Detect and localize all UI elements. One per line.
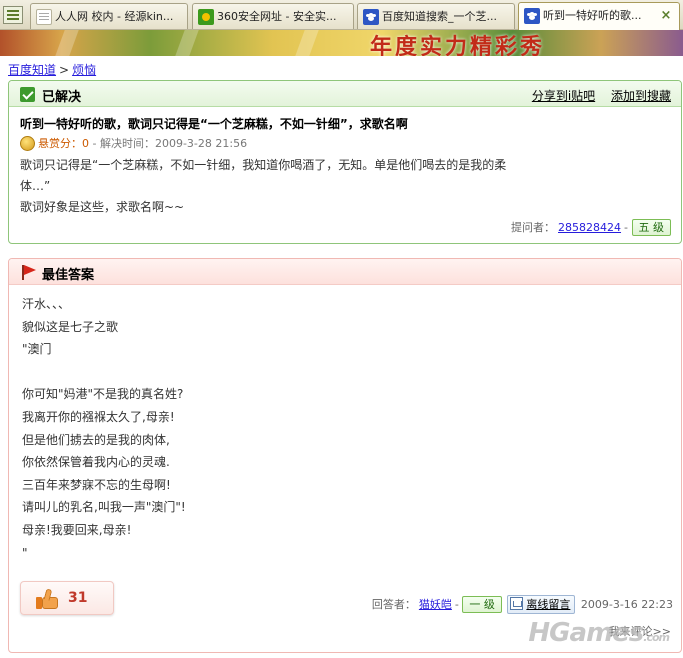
360-icon (198, 9, 214, 25)
question-header: 已解决 分享到i贴吧 添加到搜藏 (9, 81, 681, 107)
share-to-tieba-link[interactable]: 分享到i贴吧 (532, 89, 595, 103)
answer-line: 请叫儿的乳名,叫我一声"澳门"! (22, 500, 186, 515)
best-answer-title: 最佳答案 (42, 268, 95, 283)
like-button[interactable]: 31 (20, 581, 114, 615)
question-body-line: 歌词好象是这些，求歌名啊~~ (20, 200, 185, 214)
watermark-sub: .com (643, 631, 670, 644)
page-icon (36, 9, 52, 25)
breadcrumb-separator: > (59, 63, 70, 77)
banner-text: 年度实力精彩秀 (370, 34, 546, 56)
answer-line: 貌似这是七子之歌 (22, 319, 119, 334)
answer-line: 汗水、、、 (22, 297, 71, 311)
best-answer-panel: 最佳答案 汗水、、、 貌似这是七子之歌 "澳门 你可知"妈港"不是我的真名姓? … (8, 258, 682, 653)
answerer-name-link[interactable]: 猫妖皑 (419, 598, 452, 611)
offline-message-button[interactable]: 离线留言 (507, 595, 576, 614)
watermark: HGames.com (528, 618, 670, 648)
answerer-separator: - (454, 598, 459, 611)
answer-line: 我离开你的襁褓太久了,母亲! (22, 409, 175, 424)
asker-level-badge: 五 级 (631, 219, 671, 236)
answerer-label: 回答者： (371, 598, 416, 611)
answerer-level-badge: 一 级 (462, 596, 502, 613)
breadcrumb: 百度知道 > 烦恼 (8, 61, 96, 78)
tab-label: 百度知道搜索_一个芝... (382, 10, 497, 23)
paw-icon (363, 9, 379, 25)
asker-info: 提问者： 285828424- 五 级 (511, 219, 671, 237)
like-count: 31 (68, 590, 88, 606)
watermark-main: HGames (528, 618, 644, 648)
answer-line: 但是他们掳去的是我的肉体, (22, 432, 170, 447)
answer-line: "澳门 (22, 342, 52, 357)
asker-name-link[interactable]: 285828424 (558, 221, 621, 234)
browser-menu-icon[interactable] (3, 6, 23, 24)
question-meta: 悬赏分：0 - 解决时间：2009-3-28 21:56 (20, 136, 247, 152)
tab-label: 听到一特好听的歌... (543, 9, 642, 22)
answer-line: 母亲!我要回来,母亲! (22, 522, 132, 537)
paw-icon (524, 8, 540, 24)
thumbs-up-icon (36, 588, 60, 610)
answerer-info: 回答者： 猫妖皑 - 一 级 离线留言 2009-3-16 22:23 (372, 595, 673, 614)
best-answer-header: 最佳答案 (9, 259, 681, 285)
question-body-line: 体…” (20, 179, 51, 193)
offline-message-label: 离线留言 (526, 598, 571, 611)
question-body-line: 歌词只记得是“一个芝麻糕，不如一针细，我知道你喝酒了，无知。单是他们喝去的是我的… (20, 158, 507, 172)
answer-line: " (22, 545, 28, 560)
tab-label: 人人网 校内 - 经源kin... (55, 10, 174, 23)
reward-label: 悬赏分： (38, 137, 82, 150)
flag-icon (20, 264, 36, 280)
answer-time: 2009-3-16 22:23 (580, 598, 673, 611)
breadcrumb-home-link[interactable]: 百度知道 (8, 63, 56, 77)
close-tab-icon[interactable]: × (659, 9, 673, 23)
question-body: 歌词只记得是“一个芝麻糕，不如一针细，我知道你喝酒了，无知。单是他们喝去的是我的… (20, 155, 600, 218)
answer-line: 你可知"妈港"不是我的真名姓? (22, 387, 184, 402)
browser-tab-3[interactable]: 百度知道搜索_一个芝... (357, 3, 515, 29)
reward-value: 0 (82, 137, 89, 150)
coin-icon (20, 136, 35, 151)
message-icon (510, 597, 524, 610)
solved-time: - 解决时间：2009-3-28 21:56 (89, 137, 248, 150)
question-title: 听到一特好听的歌，歌词只记得是“一个芝麻糕，不如一针细”，求歌名啊 (20, 117, 408, 131)
status-label: 已解决 (42, 90, 82, 105)
top-banner: 年度实力精彩秀 (0, 30, 683, 56)
question-actions: 分享到i贴吧 添加到搜藏 (520, 87, 671, 104)
breadcrumb-category-link[interactable]: 烦恼 (72, 63, 96, 77)
browser-tab-2[interactable]: 360安全网址 - 安全实... (192, 3, 354, 29)
answer-line: 你依然保管着我内心的灵魂. (22, 455, 170, 470)
browser-tab-4-active[interactable]: 听到一特好听的歌... × (518, 2, 680, 30)
answer-body: 汗水、、、 貌似这是七子之歌 "澳门 你可知"妈港"不是我的真名姓? 我离开你的… (22, 293, 582, 564)
browser-tab-bar: 人人网 校内 - 经源kin... 360安全网址 - 安全实... 百度知道搜… (0, 0, 683, 30)
browser-tab-1[interactable]: 人人网 校内 - 经源kin... (30, 3, 188, 29)
tab-label: 360安全网址 - 安全实... (217, 10, 337, 23)
asker-label: 提问者： (511, 221, 556, 234)
asker-separator: - (624, 221, 628, 234)
check-icon (20, 87, 35, 102)
answer-line: 三百年来梦寐不忘的生母啊! (22, 477, 171, 492)
answer-line (22, 361, 582, 384)
question-panel: 已解决 分享到i贴吧 添加到搜藏 听到一特好听的歌，歌词只记得是“一个芝麻糕，不… (8, 80, 682, 244)
add-to-favorites-link[interactable]: 添加到搜藏 (611, 89, 671, 103)
